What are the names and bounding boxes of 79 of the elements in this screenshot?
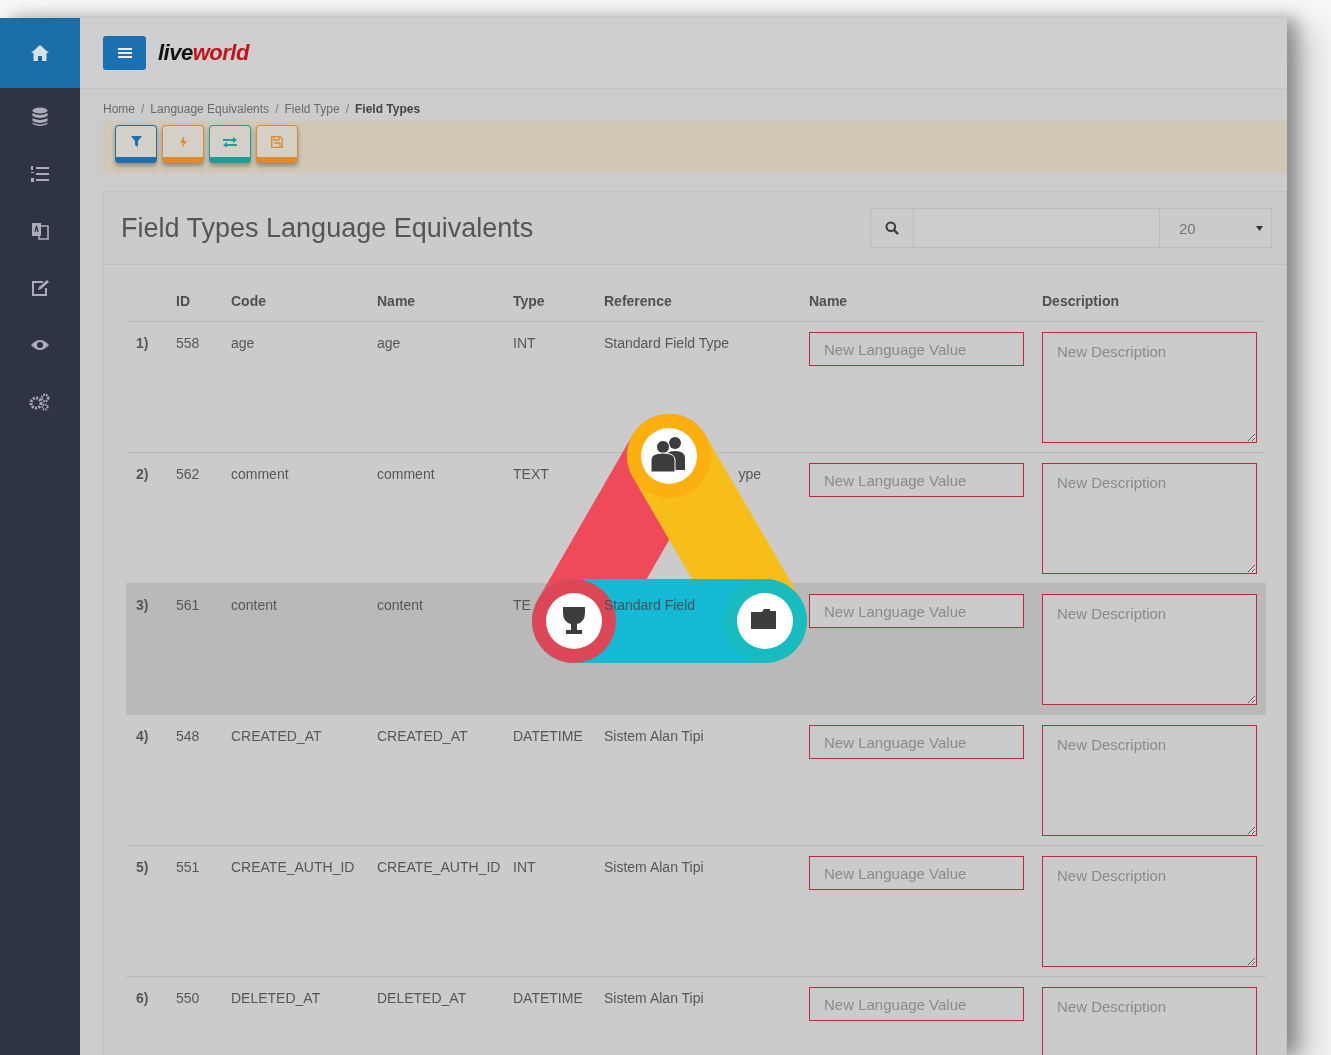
description-field[interactable]: New Description	[1042, 332, 1257, 443]
table-cell-text: 562	[176, 465, 201, 482]
language-value-field[interactable]: New Language Value	[809, 987, 1024, 1021]
table-cell-text: Sistem Alan Tipi	[603, 989, 705, 1006]
breadcrumb-link[interactable]: Language Equivalents	[150, 102, 270, 116]
breadcrumb-current: Field Types	[354, 102, 421, 116]
row-number: 2)	[135, 465, 150, 482]
description-field[interactable]: New Description	[1042, 856, 1257, 967]
table-cell-text: DATETIME	[512, 989, 584, 1006]
eye-icon	[30, 337, 50, 352]
table-cell-text: 548	[176, 727, 201, 744]
sidebar-item[interactable]	[0, 18, 80, 88]
language-value-field[interactable]: New Language Value	[809, 463, 1024, 497]
breadcrumb-separator: /	[345, 102, 349, 116]
row-number: 3)	[135, 596, 150, 613]
column-header: ID	[176, 293, 191, 309]
table-cell-text: Sistem Alan Tipi	[603, 858, 705, 875]
row-number: 6)	[135, 989, 150, 1006]
database-icon	[32, 106, 48, 127]
table-cell-text: 558	[176, 334, 201, 351]
column-header: Name	[376, 293, 417, 309]
table-cell-text: TEXT	[512, 465, 550, 482]
row-number: 5)	[135, 858, 150, 875]
toolbar-button[interactable]	[209, 125, 251, 163]
settings-icon	[29, 392, 51, 411]
toolbar-button[interactable]	[115, 125, 157, 163]
table-cell-text: CREATED_AT	[230, 727, 323, 744]
exchange-icon	[223, 136, 237, 147]
column-header: Description	[1041, 293, 1120, 309]
home-icon	[30, 44, 50, 62]
language-value-field[interactable]: New Language Value	[809, 856, 1024, 890]
bolt-icon	[179, 135, 187, 148]
column-header: Name	[808, 293, 849, 309]
table-cell-text: comment	[230, 465, 290, 482]
column-header: Reference	[603, 293, 673, 309]
table-cell-text: DATETIME	[512, 727, 584, 744]
menu-button[interactable]	[103, 36, 146, 70]
translate-icon	[30, 220, 50, 241]
table-cell-text: DELETED_AT	[230, 989, 322, 1006]
column-header: Code	[230, 293, 267, 309]
row-number: 1)	[135, 334, 150, 351]
breadcrumb-separator: /	[141, 102, 145, 116]
table-cell-text: DELETED_AT	[376, 989, 468, 1006]
table-cell-text: comment	[376, 465, 436, 482]
table-cell-text: age	[230, 334, 256, 351]
table-cell-text: ype	[737, 465, 762, 482]
table-cell-text: INT	[512, 334, 537, 351]
table-cell-text: INT	[512, 858, 537, 875]
table-cell-text: Standard Field Type	[603, 334, 731, 351]
language-value-field[interactable]: New Language Value	[809, 332, 1024, 366]
description-field[interactable]: New Description	[1042, 725, 1257, 836]
language-value-field[interactable]: New Language Value	[809, 594, 1024, 628]
save-icon	[271, 135, 283, 148]
table-cell-text: TE	[512, 596, 532, 613]
breadcrumb-link[interactable]: Field Type	[284, 102, 340, 116]
table-cell-text: Sistem Alan Tipi	[603, 727, 705, 744]
row-number: 4)	[135, 727, 150, 744]
description-field[interactable]: New Description	[1042, 463, 1257, 574]
panel-title: Field Types Language Equivalents	[121, 212, 534, 244]
numbered-list-icon	[30, 164, 50, 183]
description-field[interactable]: New Description	[1042, 987, 1257, 1055]
table-cell-text: 561	[176, 596, 201, 613]
logo: liveworld	[158, 40, 249, 66]
column-header: Type	[512, 293, 546, 309]
table-cell-text: 550	[176, 989, 201, 1006]
table-cell-text: CREATE_AUTH_ID	[230, 858, 356, 875]
menu-icon	[117, 47, 132, 59]
filter-icon	[130, 136, 142, 147]
table-cell-text: content	[230, 596, 278, 613]
table-cell-text: age	[376, 334, 402, 351]
table-cell-text: CREATED_AT	[376, 727, 469, 744]
breadcrumb-separator: /	[275, 102, 279, 116]
table-cell-text: content	[376, 596, 424, 613]
table-cell-text: CREATE_AUTH_ID	[376, 858, 502, 875]
table-cell-text: 551	[176, 858, 201, 875]
description-field[interactable]: New Description	[1042, 594, 1257, 705]
edit-icon	[30, 278, 50, 297]
language-value-field[interactable]: New Language Value	[809, 725, 1024, 759]
breadcrumb-link[interactable]: Home	[103, 102, 135, 116]
